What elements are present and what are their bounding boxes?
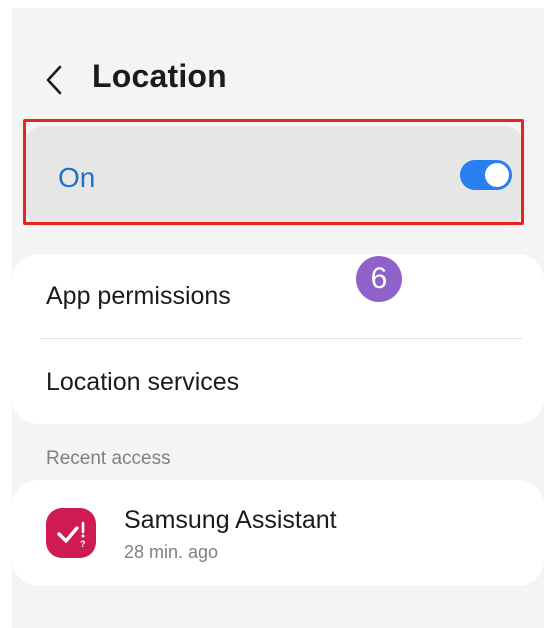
app-permissions-label: App permissions — [46, 282, 231, 310]
samsung-assistant-icon: ? — [46, 508, 96, 558]
location-services-label: Location services — [46, 368, 240, 396]
options-card: App permissions Location services — [12, 254, 544, 424]
app-permissions-row[interactable]: App permissions — [12, 254, 544, 338]
chevron-left-icon — [46, 65, 62, 95]
app-bar: Location — [12, 8, 544, 118]
recent-app-row[interactable]: ? Samsung Assistant 28 min. ago — [12, 480, 544, 586]
divider — [40, 338, 522, 339]
access-time: 28 min. ago — [124, 542, 219, 562]
step-number-badge: 6 — [356, 256, 402, 302]
location-settings-screen: Location On App permissions Location ser… — [12, 8, 544, 628]
recent-access-card: ? Samsung Assistant 28 min. ago — [12, 480, 544, 586]
toggle-knob — [485, 163, 509, 187]
svg-text:?: ? — [80, 539, 86, 549]
recent-access-header: Recent access — [46, 448, 171, 469]
master-switch-label: On — [58, 162, 96, 193]
location-master-switch-row[interactable]: On — [24, 126, 524, 226]
app-name: Samsung Assistant — [124, 506, 337, 534]
location-toggle[interactable] — [460, 160, 512, 190]
page-title: Location — [92, 58, 227, 94]
location-services-row[interactable]: Location services — [12, 340, 544, 424]
back-button[interactable] — [42, 64, 68, 96]
